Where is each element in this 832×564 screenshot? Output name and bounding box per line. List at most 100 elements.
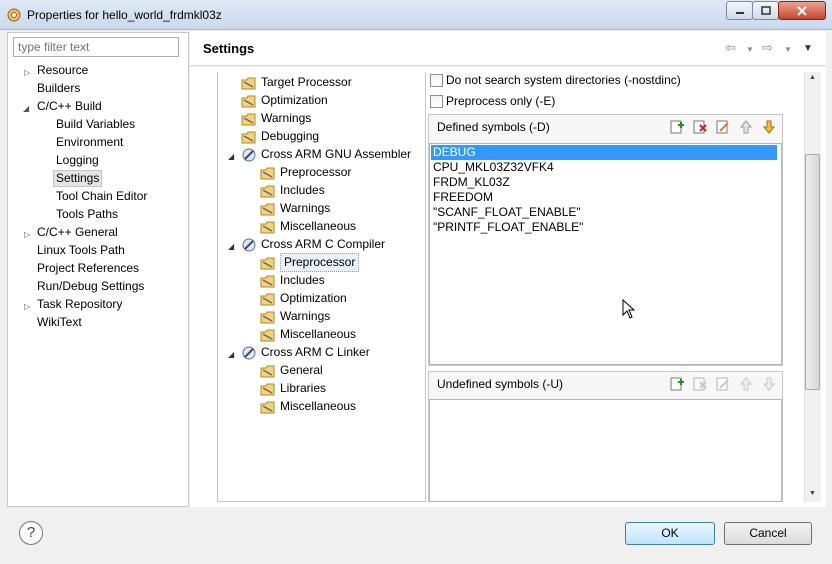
nav-item-linux-tools-path[interactable]: Linux Tools Path <box>37 242 125 259</box>
tree-item-label: Miscellaneous <box>280 399 357 413</box>
tree-item-optimization[interactable]: Optimization <box>260 290 347 307</box>
nav-item-cpp-general[interactable]: C/C++ General <box>37 224 118 241</box>
cancel-button[interactable]: Cancel <box>724 522 812 545</box>
add-icon[interactable] <box>669 376 685 392</box>
symbol-item[interactable]: "PRINTF_FLOAT_ENABLE" <box>431 220 583 235</box>
undefined-symbols-list[interactable] <box>429 399 782 502</box>
tree-item-warnings[interactable]: Warnings <box>260 200 330 217</box>
tree-item-label: Cross ARM C Compiler <box>261 237 386 251</box>
chevron-down-icon[interactable]: ▼ <box>784 45 792 54</box>
nav-item-settings[interactable]: Settings <box>53 170 103 187</box>
move-down-icon[interactable] <box>761 119 777 135</box>
tree-item-label: Warnings <box>280 309 331 323</box>
tree-item-cross-arm-gnu-assembler[interactable]: Cross ARM GNU Assembler <box>241 146 411 163</box>
nostdinc-checkbox[interactable] <box>430 74 443 87</box>
expand-arrow-icon[interactable]: ▷ <box>24 68 30 77</box>
nav-item-builders[interactable]: Builders <box>37 80 80 97</box>
symbol-item[interactable]: FRDM_KL03Z <box>431 175 510 190</box>
nav-item-wikitext[interactable]: WikiText <box>37 314 82 331</box>
tree-item-general[interactable]: General <box>260 362 323 379</box>
chevron-down-icon[interactable]: ▼ <box>746 45 754 54</box>
move-up-icon[interactable] <box>738 376 754 392</box>
edit-icon[interactable] <box>715 376 731 392</box>
tree-item-preprocessor[interactable]: Preprocessor <box>260 253 360 272</box>
tree-item-label: Preprocessor <box>280 253 360 272</box>
undefined-symbols-title: Undefined symbols (-U) <box>437 377 564 391</box>
forward-arrow-icon[interactable]: ⇨ <box>762 40 773 56</box>
preprocess-only-label: Preprocess only (-E) <box>446 94 556 108</box>
symbol-item[interactable]: DEBUG <box>431 145 777 160</box>
help-button[interactable]: ? <box>19 521 43 545</box>
app-icon <box>7 8 21 22</box>
tree-item-miscellaneous[interactable]: Miscellaneous <box>260 326 356 343</box>
expand-arrow-icon[interactable]: ▷ <box>24 230 30 239</box>
settings-folder-icon <box>260 219 276 235</box>
tree-item-debugging[interactable]: Debugging <box>241 128 319 145</box>
settings-folder-icon <box>260 201 276 217</box>
tree-item-label: General <box>280 363 323 377</box>
tree-item-label: Preprocessor <box>280 165 352 179</box>
back-arrow-icon[interactable]: ⇦ <box>725 40 736 56</box>
tree-item-label: Optimization <box>280 291 347 305</box>
nav-item-build-variables[interactable]: Build Variables <box>56 116 135 133</box>
collapse-arrow-icon[interactable]: ◢ <box>228 242 234 251</box>
add-icon[interactable] <box>669 119 685 135</box>
settings-folder-icon <box>241 75 257 91</box>
tree-item-cross-arm-c-linker[interactable]: Cross ARM C Linker <box>241 344 370 361</box>
nav-item-cpp-build[interactable]: C/C++ Build <box>37 98 102 115</box>
tree-item-optimization[interactable]: Optimization <box>241 92 328 109</box>
tree-item-preprocessor[interactable]: Preprocessor <box>260 164 351 181</box>
tree-item-target-processor[interactable]: Target Processor <box>241 74 352 91</box>
nav-item-task-repository[interactable]: Task Repository <box>37 296 122 313</box>
mouse-cursor-icon <box>622 299 636 319</box>
view-menu-icon[interactable]: ▼ <box>803 43 813 54</box>
collapse-arrow-icon[interactable]: ◢ <box>228 350 234 359</box>
preprocess-only-checkbox[interactable] <box>430 95 443 108</box>
collapse-arrow-icon[interactable]: ◢ <box>228 152 234 161</box>
tool-icon <box>241 237 257 253</box>
collapse-arrow-icon[interactable]: ◢ <box>23 104 29 113</box>
symbol-item[interactable]: CPU_MKL03Z32VFK4 <box>431 160 554 175</box>
tree-item-miscellaneous[interactable]: Miscellaneous <box>260 218 356 235</box>
defined-symbols-title: Defined symbols (-D) <box>437 120 550 134</box>
tree-item-label: Optimization <box>261 93 328 107</box>
delete-icon[interactable] <box>692 119 708 135</box>
delete-icon[interactable] <box>692 376 708 392</box>
tree-item-libraries[interactable]: Libraries <box>260 380 326 397</box>
scrollbar-thumb[interactable] <box>805 154 820 390</box>
filter-input[interactable] <box>13 37 179 57</box>
nav-item-tools-paths[interactable]: Tools Paths <box>56 206 118 223</box>
ok-button[interactable]: OK <box>625 522 715 545</box>
settings-folder-icon <box>241 93 257 109</box>
settings-folder-icon <box>241 129 257 145</box>
close-icon <box>797 5 807 16</box>
tree-item-warnings[interactable]: Warnings <box>241 110 311 127</box>
tree-item-label: Includes <box>280 273 325 287</box>
edit-icon[interactable] <box>715 119 731 135</box>
page-title: Settings <box>203 41 255 56</box>
nav-item-tool-chain-editor[interactable]: Tool Chain Editor <box>56 188 147 205</box>
move-down-icon[interactable] <box>761 376 777 392</box>
symbol-item[interactable]: FREEDOM <box>431 190 493 205</box>
scroll-up-icon[interactable]: ▲ <box>809 74 816 81</box>
tree-item-includes[interactable]: Includes <box>260 182 325 199</box>
close-button[interactable] <box>778 1 826 20</box>
nav-item-logging[interactable]: Logging <box>56 152 99 169</box>
symbol-item[interactable]: "SCANF_FLOAT_ENABLE" <box>431 205 581 220</box>
window-title: Properties for hello_world_frdmkl03z <box>27 8 222 22</box>
scroll-down-icon[interactable]: ▼ <box>809 490 816 497</box>
tree-item-cross-arm-c-compiler[interactable]: Cross ARM C Compiler <box>241 236 385 253</box>
tree-item-warnings[interactable]: Warnings <box>260 308 330 325</box>
move-up-icon[interactable] <box>738 119 754 135</box>
tree-item-miscellaneous[interactable]: Miscellaneous <box>260 398 356 415</box>
nav-item-resource[interactable]: Resource <box>37 62 88 79</box>
tree-item-includes[interactable]: Includes <box>260 272 325 289</box>
maximize-button[interactable] <box>752 1 779 20</box>
minimize-button[interactable] <box>726 1 753 20</box>
minimize-icon <box>735 11 744 14</box>
nav-item-environment[interactable]: Environment <box>56 134 123 151</box>
nav-item-project-references[interactable]: Project References <box>37 260 139 277</box>
tree-item-label: Cross ARM C Linker <box>261 345 370 359</box>
nav-item-run-debug-settings[interactable]: Run/Debug Settings <box>37 278 144 295</box>
expand-arrow-icon[interactable]: ▷ <box>24 302 30 311</box>
